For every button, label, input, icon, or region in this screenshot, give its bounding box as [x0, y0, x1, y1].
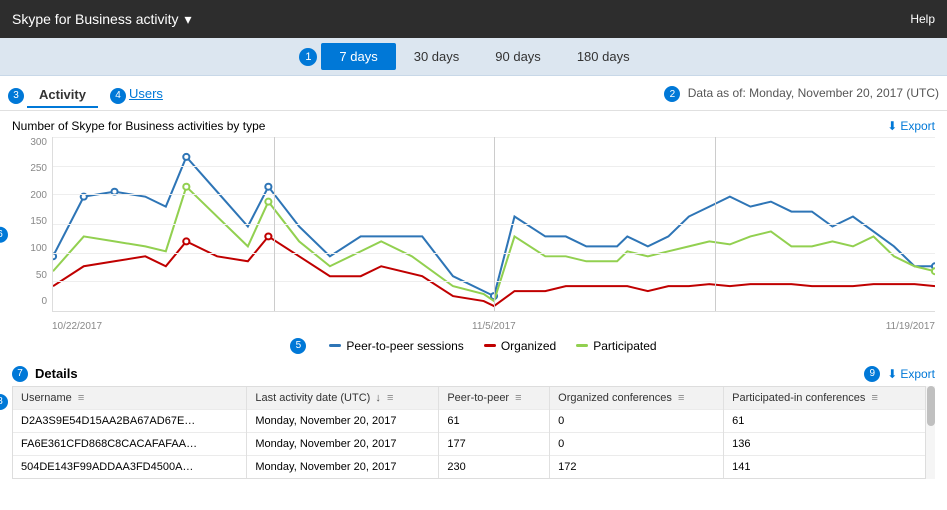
legend-participated-label: Participated — [593, 339, 656, 353]
xaxis-label: 11/19/2017 — [886, 321, 935, 332]
cell-peer: 230 — [439, 455, 550, 478]
tab-activity[interactable]: Activity — [27, 83, 98, 108]
app-title: Skype for Business activity — [12, 11, 179, 27]
details-export-label: Export — [900, 367, 935, 381]
tab-users[interactable]: 4Users — [98, 82, 175, 110]
col-last-activity: Last activity date (UTC) ↓ ≡ — [247, 387, 439, 410]
details-title-wrapper: 7 Details — [12, 366, 78, 382]
table-row: D2A3S9E54D15AA2BA67AD67E… Monday, Novemb… — [13, 409, 934, 432]
col-menu-icon-3[interactable]: ≡ — [515, 392, 521, 404]
step-badge-8: 8 — [0, 394, 8, 410]
details-export-wrapper: 9 ⬇ Export — [864, 366, 935, 382]
chart-vline — [274, 137, 275, 311]
chart-legend: 5 Peer-to-peer sessions Organized Partic… — [12, 338, 935, 354]
col-menu-icon-5[interactable]: ≡ — [871, 392, 877, 404]
time-filter-7days[interactable]: 7 days — [321, 43, 395, 70]
cell-username: 504DE143F99ADDAA3FD4500A… — [13, 455, 247, 478]
help-link[interactable]: Help — [910, 12, 935, 26]
cell-participated: 61 — [724, 409, 934, 432]
col-organized: Organized conferences ≡ — [550, 387, 724, 410]
time-filter-180days[interactable]: 180 days — [559, 43, 648, 70]
chart-yaxis: 300 250 200 150 100 50 0 — [12, 137, 47, 312]
details-section: 7 Details 9 ⬇ Export 8 Username ≡ — [0, 362, 947, 479]
legend-dot-peer — [329, 344, 341, 347]
step-badge-7: 7 — [12, 366, 28, 382]
step-badge-5: 5 — [290, 338, 306, 354]
legend-dot-organized — [484, 344, 496, 347]
cell-username: D2A3S9E54D15AA2BA67AD67E… — [13, 409, 247, 432]
cell-organized: 172 — [550, 455, 724, 478]
download-icon-2: ⬇ — [887, 367, 897, 381]
table-row: 504DE143F99ADDAA3FD4500A… Monday, Novemb… — [13, 455, 934, 478]
cell-last-activity: Monday, November 20, 2017 — [247, 455, 439, 478]
step-badge-2: 2 — [664, 86, 680, 102]
col-menu-icon-2[interactable]: ≡ — [387, 392, 393, 404]
details-table: Username ≡ Last activity date (UTC) ↓ ≡ … — [13, 387, 934, 478]
cell-participated: 136 — [724, 432, 934, 455]
app-header: Skype for Business activity ▾ Help — [0, 0, 947, 38]
time-filter-30days[interactable]: 30 days — [396, 43, 478, 70]
cell-last-activity: Monday, November 20, 2017 — [247, 432, 439, 455]
chart-vline — [494, 137, 495, 311]
legend-organized: Organized — [484, 338, 556, 354]
step-badge-6: 6 — [0, 226, 11, 243]
chart-title: Number of Skype for Business activities … — [12, 119, 265, 133]
chart-container: 300 250 200 150 100 50 0 — [12, 137, 935, 332]
chart-export-button[interactable]: ⬇ Export — [887, 119, 935, 133]
scroll-thumb[interactable] — [927, 386, 935, 426]
chart-xaxis: 10/22/2017 11/5/2017 11/19/2017 — [52, 318, 935, 332]
cell-last-activity: Monday, November 20, 2017 — [247, 409, 439, 432]
tabs-row: 3 Activity 4Users 2 Data as of: Monday, … — [0, 76, 947, 111]
scrollbar[interactable] — [925, 386, 935, 479]
legend-peer: Peer-to-peer sessions — [329, 338, 463, 354]
cell-organized: 0 — [550, 409, 724, 432]
chart-export-label: Export — [900, 119, 935, 133]
details-title: Details — [35, 366, 78, 381]
legend-peer-label: Peer-to-peer sessions — [346, 339, 463, 353]
step-badge-1: 1 — [299, 48, 317, 66]
col-menu-icon-4[interactable]: ≡ — [678, 392, 684, 404]
time-filter-90days[interactable]: 90 days — [477, 43, 559, 70]
legend-dot-participated — [576, 344, 588, 347]
chevron-icon[interactable]: ▾ — [185, 11, 192, 28]
cell-username: FA6E361CFD868C8CACAFAFAA… — [13, 432, 247, 455]
col-participated: Participated-in conferences ≡ — [724, 387, 934, 410]
chart-section: Number of Skype for Business activities … — [0, 111, 947, 362]
cell-organized: 0 — [550, 432, 724, 455]
data-as-of: 2 Data as of: Monday, November 20, 2017 … — [664, 86, 939, 107]
col-peer-to-peer: Peer-to-peer ≡ — [439, 387, 550, 410]
chart-vline — [715, 137, 716, 311]
time-filter-bar: 1 7 days 30 days 90 days 180 days — [0, 38, 947, 76]
xaxis-label: 11/5/2017 — [472, 321, 516, 332]
step-badge-9: 9 — [864, 366, 880, 382]
col-username: Username ≡ — [13, 387, 247, 410]
xaxis-label: 10/22/2017 — [52, 321, 102, 332]
details-header: 7 Details 9 ⬇ Export — [12, 366, 935, 382]
step-badge-3: 3 — [8, 88, 24, 104]
details-export-button[interactable]: ⬇ Export — [887, 367, 935, 381]
download-icon: ⬇ — [887, 119, 897, 133]
users-badge: 4 — [110, 88, 126, 104]
chart-header: Number of Skype for Business activities … — [12, 119, 935, 133]
table-row: FA6E361CFD868C8CACAFAFAA… Monday, Novemb… — [13, 432, 934, 455]
col-menu-icon[interactable]: ≡ — [78, 392, 84, 404]
table-header-row: Username ≡ Last activity date (UTC) ↓ ≡ … — [13, 387, 934, 410]
legend-organized-label: Organized — [501, 339, 556, 353]
chart-inner — [52, 137, 935, 312]
data-as-of-text: Data as of: Monday, November 20, 2017 (U… — [688, 86, 939, 100]
sort-icon[interactable]: ↓ — [375, 392, 381, 404]
header-title-group: Skype for Business activity ▾ — [12, 11, 192, 28]
legend-participated: Participated — [576, 338, 656, 354]
table-wrapper-outer: 8 Username ≡ Last activity date (UTC) ↓ … — [12, 386, 935, 479]
cell-peer: 177 — [439, 432, 550, 455]
cell-peer: 61 — [439, 409, 550, 432]
cell-participated: 141 — [724, 455, 934, 478]
table-wrapper: Username ≡ Last activity date (UTC) ↓ ≡ … — [12, 386, 935, 479]
